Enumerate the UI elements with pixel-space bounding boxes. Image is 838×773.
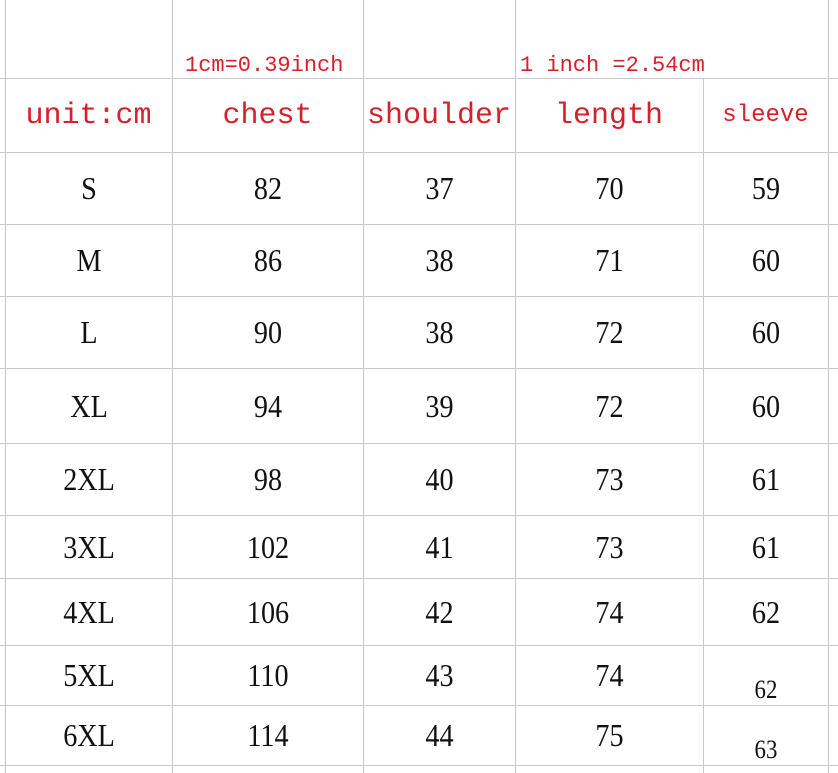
grid-row-line (0, 78, 838, 79)
cell-chest: 106 (246, 593, 290, 630)
size-label: 3XL (63, 528, 115, 565)
cell-length: 74 (595, 593, 624, 630)
size-label: S (81, 170, 97, 206)
cell-shoulder: 44 (425, 717, 454, 753)
cell-length: 72 (595, 387, 624, 424)
cell-sleeve: 63 (754, 735, 778, 764)
cell-shoulder: 39 (425, 387, 454, 424)
size-chart-table: 1cm=0.39inch 1 inch =2.54cm unit:cm ches… (0, 0, 838, 773)
cell-chest: 90 (253, 314, 283, 350)
inch-to-cm-note: 1 inch =2.54cm (520, 53, 705, 78)
size-label: M (76, 242, 102, 278)
size-label: L (80, 314, 98, 350)
cell-shoulder: 40 (425, 461, 454, 497)
cell-chest: 102 (246, 528, 290, 565)
cell-chest: 98 (253, 461, 283, 497)
cm-to-inch-note: 1cm=0.39inch (185, 53, 344, 78)
cell-length: 75 (595, 717, 624, 753)
cell-shoulder: 42 (425, 593, 454, 630)
cell-sleeve: 61 (751, 528, 781, 565)
cell-chest: 82 (253, 170, 283, 206)
cell-chest: 94 (253, 387, 283, 424)
cell-shoulder: 38 (425, 242, 454, 278)
cell-length: 71 (595, 242, 624, 278)
cell-sleeve: 60 (751, 387, 781, 424)
cell-sleeve: 60 (751, 242, 781, 278)
unit-label: unit:cm (25, 98, 152, 133)
size-label: 4XL (63, 593, 115, 630)
cell-chest: 86 (253, 242, 283, 278)
cell-sleeve: 60 (751, 314, 781, 350)
size-label: 5XL (63, 657, 115, 693)
grid-column-line (703, 78, 704, 773)
cell-sleeve: 62 (754, 675, 778, 704)
cell-shoulder: 37 (425, 170, 454, 206)
cell-sleeve: 59 (751, 170, 781, 206)
cell-chest: 110 (247, 657, 289, 693)
grid-column-line (172, 0, 173, 773)
cell-shoulder: 41 (425, 528, 454, 565)
grid-column-line (828, 0, 829, 773)
cell-sleeve: 62 (751, 593, 781, 630)
column-header-length: length (554, 98, 664, 133)
grid-column-line (363, 0, 364, 773)
size-label: 2XL (63, 461, 115, 497)
cell-length: 72 (595, 314, 624, 350)
grid-column-line (5, 0, 6, 773)
cell-chest: 114 (247, 717, 289, 753)
column-header-sleeve: sleeve (722, 102, 809, 129)
cell-length: 73 (595, 461, 624, 497)
cell-length: 73 (595, 528, 624, 565)
grid-column-line (515, 0, 516, 773)
cell-sleeve: 61 (751, 461, 781, 497)
cell-length: 74 (595, 657, 624, 693)
column-header-chest: chest (222, 98, 313, 133)
cell-shoulder: 38 (425, 314, 454, 350)
cell-shoulder: 43 (425, 657, 454, 693)
column-header-shoulder: shoulder (366, 98, 512, 133)
cell-length: 70 (595, 170, 624, 206)
size-label: 6XL (63, 717, 115, 753)
size-label: XL (70, 387, 108, 424)
